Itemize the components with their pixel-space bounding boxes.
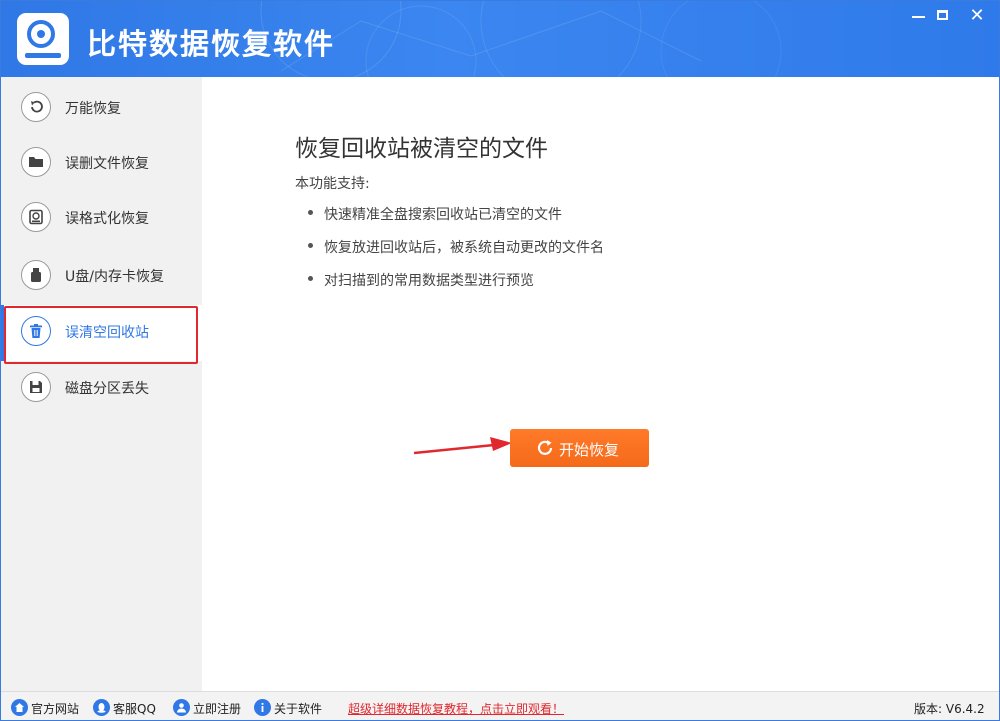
sidebar-item-label: 误格式化恢复 [65,211,149,227]
user-icon [173,699,190,716]
usb-icon [21,260,51,290]
register-link[interactable]: 立即注册 [173,699,243,717]
maximize-button[interactable] [929,5,959,27]
sidebar-item-label: U盘/内存卡恢复 [65,269,164,285]
app-title: 比特数据恢复软件 [87,27,336,61]
title-bar[interactable]: 比特数据恢复软件 ✕ [1,1,999,77]
close-icon: ✕ [969,5,985,26]
sidebar-item-label: 误删文件恢复 [65,156,149,172]
sidebar-item-format-recovery[interactable]: 误格式化恢复 [1,191,202,247]
app-logo [17,13,69,65]
sidebar-item-usb-card[interactable]: U盘/内存卡恢复 [1,249,202,305]
sidebar-item-label: 万能恢复 [65,101,121,117]
highlight-annotation [4,306,198,364]
support-label: 本功能支持: [295,176,370,192]
start-recovery-button[interactable]: 开始恢复 [510,429,649,467]
folder-icon [21,147,51,177]
version-label: 版本: V6.4.2 [914,702,985,716]
sidebar-item-deleted-files[interactable]: 误删文件恢复 [1,136,202,192]
red-arrow-annotation [414,437,512,455]
main-panel: 恢复回收站被清空的文件 本功能支持: 快速精准全盘搜索回收站已清空的文件 恢复放… [202,77,999,691]
info-icon [254,699,271,716]
sidebar-item-label: 磁盘分区丢失 [65,381,149,397]
official-site-link[interactable]: 官方网站 [11,699,81,717]
bullet-icon [308,210,313,215]
service-qq-link[interactable]: 客服QQ [93,699,161,717]
qq-icon [93,699,110,716]
sidebar-item-universal-recovery[interactable]: 万能恢复 [1,81,202,137]
about-link[interactable]: 关于软件 [254,699,324,717]
floppy-icon [21,372,51,402]
sidebar: 万能恢复 误删文件恢复 误格式化恢复 U盘/内存卡恢复 误清空回收站 磁盘分区丢… [1,77,202,691]
tutorial-promo-link[interactable]: 超级详细数据恢复教程，点击立即观看！ [348,700,564,717]
undo-icon [21,92,51,122]
refresh-icon [537,440,553,455]
bullet-icon [308,276,313,281]
home-icon [11,699,28,716]
page-title: 恢复回收站被清空的文件 [295,136,548,162]
sidebar-item-partition-loss[interactable]: 磁盘分区丢失 [1,361,202,417]
start-recovery-label: 开始恢复 [559,441,620,459]
maximize-icon [937,10,948,20]
app-window: 比特数据恢复软件 ✕ 万能恢复 误删文件恢复 误格式化恢复 U盘/内存卡恢复 误… [0,0,1000,721]
close-button[interactable]: ✕ [962,5,992,27]
minimize-icon [912,16,925,18]
status-bar: 官方网站 客服QQ 立即注册 关于软件 超级详细数据恢复教程，点击立即观看！ 版… [1,691,999,720]
disk-restore-icon [21,202,51,232]
bullet-icon [308,243,313,248]
